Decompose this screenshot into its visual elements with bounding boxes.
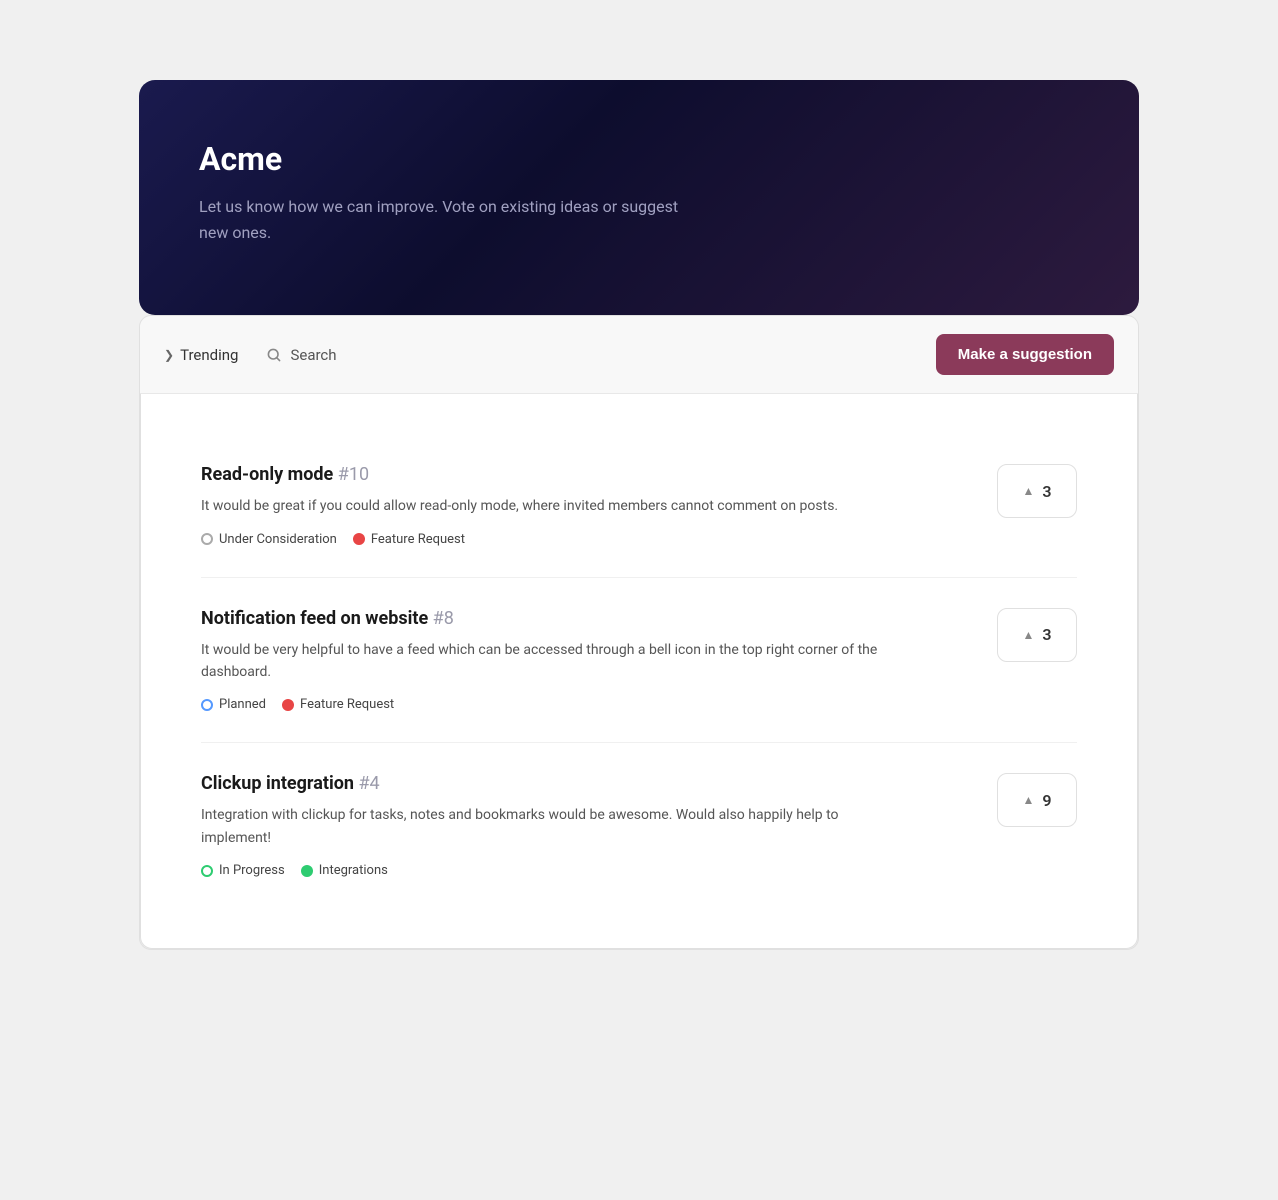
main-card: ❯ Trending Search Make a suggestion [139, 315, 1139, 950]
upvote-arrow-icon: ▲ [1022, 793, 1034, 807]
suggestion-item: Notification feed on website #8 It would… [201, 578, 1077, 744]
vote-count: 9 [1042, 791, 1051, 810]
suggestion-content: Clickup integration #4 Integration with … [201, 773, 973, 878]
issue-number: #4 [358, 773, 379, 794]
suggestion-description: It would be very helpful to have a feed … [201, 639, 881, 684]
search-nav-item[interactable]: Search [266, 346, 336, 364]
tag-label: Integrations [319, 863, 388, 878]
search-icon [266, 347, 282, 363]
suggestion-tag: In Progress [201, 863, 285, 878]
suggestion-tags: Planned Feature Request [201, 697, 973, 712]
hero-title: Acme [199, 140, 1079, 178]
suggestion-title: Notification feed on website #8 [201, 608, 973, 629]
suggestion-tag: Feature Request [282, 697, 394, 712]
tag-dot-icon [353, 533, 365, 545]
tag-dot-icon [201, 865, 213, 877]
suggestion-item: Clickup integration #4 Integration with … [201, 743, 1077, 908]
tag-dot-icon [201, 533, 213, 545]
tag-dot-icon [301, 865, 313, 877]
suggestion-tags: In Progress Integrations [201, 863, 973, 878]
upvote-arrow-icon: ▲ [1022, 484, 1034, 498]
upvote-arrow-icon: ▲ [1022, 628, 1034, 642]
suggestion-tag: Integrations [301, 863, 388, 878]
tag-dot-icon [201, 699, 213, 711]
issue-number: #10 [338, 464, 369, 485]
chevron-right-icon: ❯ [164, 348, 174, 362]
suggestion-tag: Feature Request [353, 532, 465, 547]
nav-bar: ❯ Trending Search Make a suggestion [140, 316, 1138, 394]
trending-label: Trending [180, 346, 238, 364]
suggestion-description: Integration with clickup for tasks, note… [201, 804, 881, 849]
suggestion-tag: Under Consideration [201, 532, 337, 547]
hero-description: Let us know how we can improve. Vote on … [199, 194, 699, 245]
search-label: Search [290, 346, 336, 364]
trending-nav-item[interactable]: ❯ Trending [164, 346, 238, 364]
vote-count: 3 [1042, 482, 1051, 501]
vote-button[interactable]: ▲ 9 [997, 773, 1077, 827]
tag-label: Feature Request [371, 532, 465, 547]
issue-number: #8 [433, 608, 454, 629]
tag-label: In Progress [219, 863, 285, 878]
make-suggestion-button[interactable]: Make a suggestion [936, 334, 1114, 375]
suggestion-description: It would be great if you could allow rea… [201, 495, 881, 517]
suggestion-title: Read-only mode #10 [201, 464, 973, 485]
suggestions-list: Read-only mode #10 It would be great if … [201, 434, 1077, 908]
vote-count: 3 [1042, 625, 1051, 644]
suggestion-tags: Under Consideration Feature Request [201, 532, 973, 547]
page-container: Acme Let us know how we can improve. Vot… [139, 80, 1139, 950]
tag-label: Feature Request [300, 697, 394, 712]
vote-button[interactable]: ▲ 3 [997, 464, 1077, 518]
nav-left: ❯ Trending Search [164, 346, 337, 364]
tag-label: Under Consideration [219, 532, 337, 547]
vote-button[interactable]: ▲ 3 [997, 608, 1077, 662]
tag-label: Planned [219, 697, 266, 712]
content-area: Read-only mode #10 It would be great if … [140, 394, 1138, 949]
suggestion-content: Read-only mode #10 It would be great if … [201, 464, 973, 546]
suggestion-item: Read-only mode #10 It would be great if … [201, 434, 1077, 577]
suggestion-content: Notification feed on website #8 It would… [201, 608, 973, 713]
hero-banner: Acme Let us know how we can improve. Vot… [139, 80, 1139, 315]
suggestion-title: Clickup integration #4 [201, 773, 973, 794]
tag-dot-icon [282, 699, 294, 711]
suggestion-tag: Planned [201, 697, 266, 712]
